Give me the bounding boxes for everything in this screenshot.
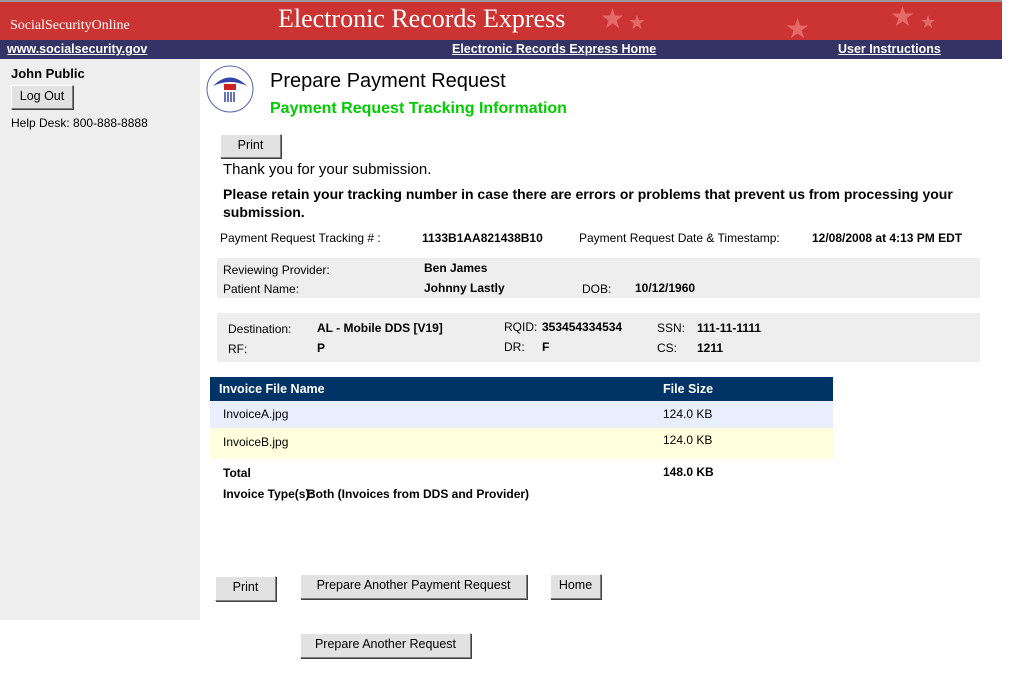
cs-value: 1211 bbox=[697, 341, 724, 355]
invoice-type-label: Invoice Type(s): bbox=[223, 487, 314, 501]
user-name: John Public bbox=[11, 66, 85, 81]
sidebar: John Public Log Out Help Desk: 800-888-8… bbox=[0, 59, 200, 620]
brand-logo-text: SocialSecurityOnline bbox=[10, 18, 130, 33]
rf-label: RF: bbox=[228, 342, 248, 356]
claim-info-box: Destination: AL - Mobile DDS [V19] RQID:… bbox=[217, 313, 980, 362]
patient-value: Johnny Lastly bbox=[424, 281, 505, 295]
provider-label: Reviewing Provider: bbox=[223, 263, 330, 277]
destination-label: Destination: bbox=[228, 322, 292, 336]
dr-value: F bbox=[542, 340, 550, 354]
column-header-size: File Size bbox=[663, 382, 714, 396]
total-label: Total bbox=[223, 466, 251, 480]
star-decoration-icon: ★ bbox=[890, 1, 916, 32]
ssn-label: SSN: bbox=[657, 321, 686, 335]
retain-note: Please retain your tracking number in ca… bbox=[223, 186, 953, 220]
app-title: Electronic Records Express bbox=[278, 4, 566, 33]
timestamp-value: 12/08/2008 at 4:13 PM EDT bbox=[812, 231, 963, 245]
file-name: InvoiceA.jpg bbox=[223, 407, 289, 421]
star-decoration-icon: ★ bbox=[920, 12, 937, 32]
dob-value: 10/12/1960 bbox=[635, 281, 696, 295]
provider-value: Ben James bbox=[424, 261, 488, 275]
print-button-top[interactable]: Print bbox=[220, 134, 281, 158]
table-row: InvoiceA.jpg 124.0 KB bbox=[210, 401, 833, 428]
rf-value: P bbox=[317, 341, 326, 355]
rqid-value: 353454334534 bbox=[542, 320, 623, 334]
total-value: 148.0 KB bbox=[663, 465, 714, 479]
tracking-number: 1133B1AA821438B10 bbox=[422, 231, 543, 245]
invoice-table: Invoice File Name File Size InvoiceA.jpg… bbox=[210, 377, 833, 459]
tracking-label: Payment Request Tracking # : bbox=[220, 231, 381, 245]
page-title: Prepare Payment Request bbox=[270, 70, 506, 92]
column-header-name: Invoice File Name bbox=[219, 382, 325, 396]
ssa-seal-icon bbox=[206, 65, 254, 113]
socialsecurity-link[interactable]: www.socialsecurity.gov bbox=[7, 42, 147, 56]
dr-label: DR: bbox=[504, 340, 525, 354]
patient-label: Patient Name: bbox=[223, 282, 300, 296]
star-decoration-icon: ★ bbox=[628, 12, 646, 34]
logout-button[interactable]: Log Out bbox=[11, 85, 73, 109]
star-decoration-icon: ★ bbox=[600, 3, 626, 34]
file-size: 124.0 KB bbox=[663, 407, 713, 421]
user-instructions-link[interactable]: User Instructions bbox=[838, 42, 941, 56]
file-name: InvoiceB.jpg bbox=[223, 435, 289, 449]
help-desk-text: Help Desk: 800-888-8888 bbox=[11, 116, 148, 130]
table-header: Invoice File Name File Size bbox=[210, 377, 833, 401]
print-button-bottom[interactable]: Print bbox=[215, 576, 276, 601]
invoice-type-value: Both (Invoices from DDS and Provider) bbox=[307, 487, 530, 501]
ere-home-link[interactable]: Electronic Records Express Home bbox=[452, 42, 656, 56]
rqid-label: RQID: bbox=[504, 320, 538, 334]
table-row: InvoiceB.jpg 124.0 KB bbox=[210, 428, 833, 459]
timestamp-label: Payment Request Date & Timestamp: bbox=[579, 231, 780, 245]
page-subtitle: Payment Request Tracking Information bbox=[270, 100, 567, 117]
prepare-another-request-button[interactable]: Prepare Another Request bbox=[300, 633, 471, 658]
dob-label: DOB: bbox=[582, 282, 612, 296]
destination-value: AL - Mobile DDS [V19] bbox=[317, 321, 443, 335]
thank-you-text: Thank you for your submission. bbox=[223, 161, 432, 178]
nav-bar: www.socialsecurity.gov Electronic Record… bbox=[0, 40, 1002, 59]
patient-info-box: Reviewing Provider: Ben James Patient Na… bbox=[217, 258, 980, 298]
cs-label: CS: bbox=[657, 341, 678, 355]
file-size: 124.0 KB bbox=[663, 433, 713, 447]
home-button[interactable]: Home bbox=[550, 574, 601, 599]
prepare-another-payment-request-button[interactable]: Prepare Another Payment Request bbox=[300, 574, 527, 599]
ssn-value: 111-11-1111 bbox=[697, 321, 762, 335]
